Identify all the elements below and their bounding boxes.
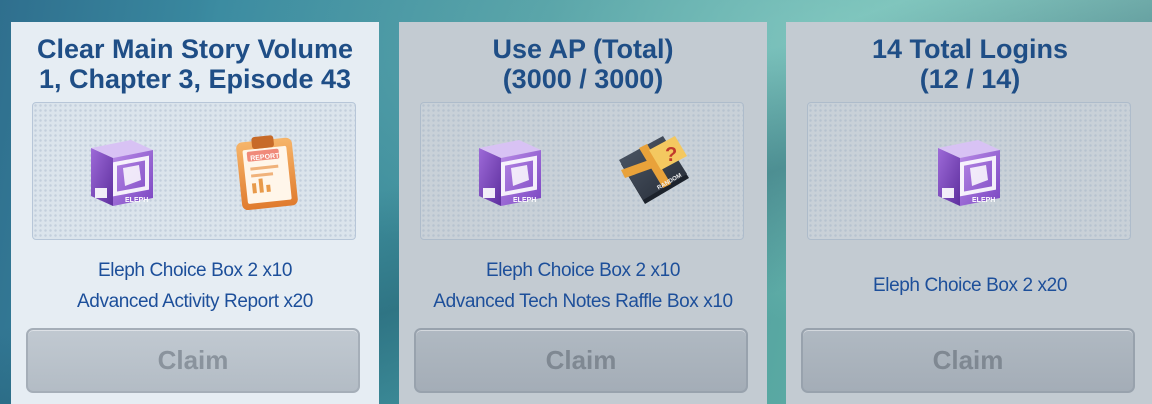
mission-card: Clear Main Story Volume 1, Chapter 3, Ep… xyxy=(11,22,379,404)
claim-button[interactable]: Claim xyxy=(26,328,360,393)
reward-preview-box: ELEPH ? RANDOM xyxy=(420,102,744,240)
mission-progress: (12 / 14) xyxy=(919,64,1021,94)
reward-line: Eleph Choice Box 2 x10 xyxy=(98,260,292,281)
svg-text:?: ? xyxy=(665,144,677,166)
eleph-choice-box-icon[interactable]: ELEPH xyxy=(928,130,1010,212)
eleph-choice-box-icon[interactable]: ELEPH xyxy=(469,130,551,212)
eleph-choice-box-icon[interactable]: ELEPH xyxy=(81,130,163,212)
mission-title-line: 14 Total Logins xyxy=(871,34,1068,64)
svg-text:ELEPH: ELEPH xyxy=(972,197,995,204)
reward-preview-box: ELEPH REPORT xyxy=(32,102,356,240)
reward-preview-box: ELEPH xyxy=(807,102,1131,240)
reward-line: Advanced Tech Notes Raffle Box x10 xyxy=(433,291,733,312)
claim-button[interactable]: Claim xyxy=(801,328,1135,393)
claim-button[interactable]: Claim xyxy=(414,328,748,393)
reward-line: Advanced Activity Report x20 xyxy=(77,291,313,312)
svg-text:ELEPH: ELEPH xyxy=(125,197,148,204)
mission-progress: (3000 / 3000) xyxy=(502,64,664,94)
mission-title-line: 1, Chapter 3, Episode 43 xyxy=(38,64,352,94)
reward-list: Eleph Choice Box 2 x10 Advanced Activity… xyxy=(11,255,379,317)
mission-card: 14 Total Logins (12 / 14) ELEPH Eleph Ch… xyxy=(786,22,1152,404)
reward-line: Eleph Choice Box 2 x10 xyxy=(486,260,680,281)
reward-line: Eleph Choice Box 2 x20 xyxy=(873,275,1067,296)
mission-title-line: Clear Main Story Volume xyxy=(36,34,354,64)
mission-title-line: Use AP (Total) xyxy=(492,34,674,64)
reward-list: Eleph Choice Box 2 x10 Advanced Tech Not… xyxy=(399,255,767,317)
tech-notes-raffle-box-icon[interactable]: ? RANDOM xyxy=(613,130,695,212)
mission-card: Use AP (Total) (3000 / 3000) ELEPH ? RAN… xyxy=(399,22,767,404)
mission-title: 14 Total Logins (12 / 14) xyxy=(786,34,1152,94)
mission-title: Clear Main Story Volume 1, Chapter 3, Ep… xyxy=(11,34,379,94)
mission-title: Use AP (Total) (3000 / 3000) xyxy=(399,34,767,94)
svg-text:ELEPH: ELEPH xyxy=(513,197,536,204)
activity-report-icon[interactable]: REPORT xyxy=(225,130,307,212)
reward-list: Eleph Choice Box 2 x20 xyxy=(786,270,1152,301)
